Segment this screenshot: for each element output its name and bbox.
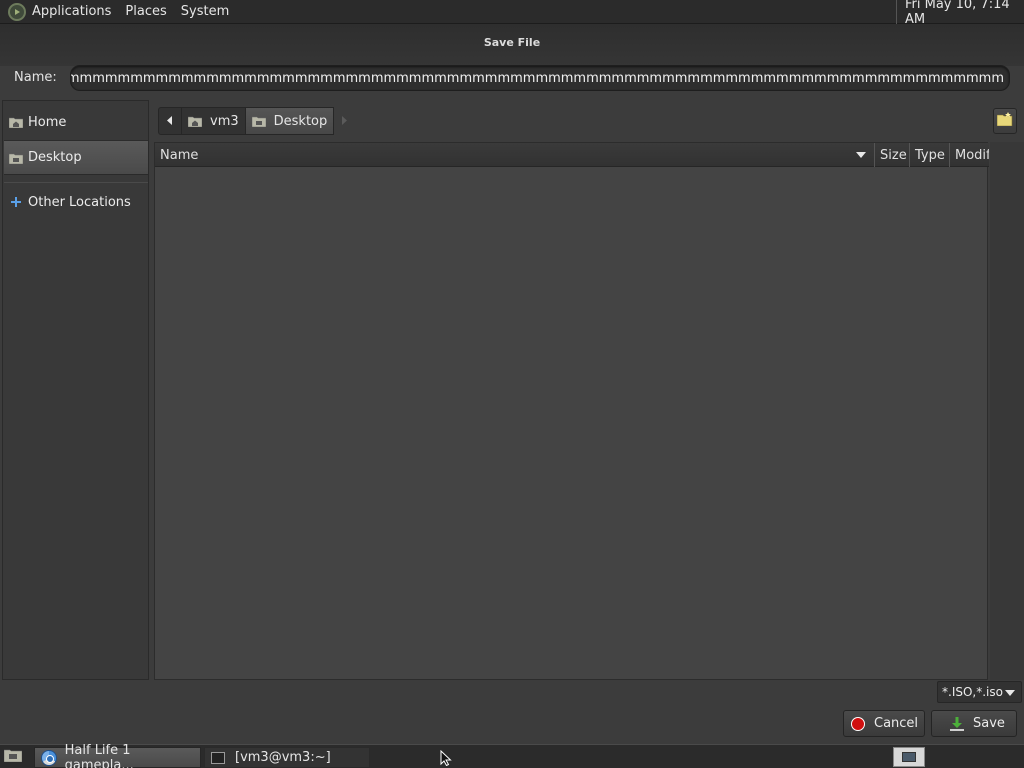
applications-menu[interactable]: Applications xyxy=(0,0,118,24)
desktop-icon xyxy=(3,748,23,766)
workspace-switcher[interactable] xyxy=(893,747,925,767)
save-file-dialog: Save File Name: nmmmmmmmmmmmmmmmmmmmmmmm… xyxy=(0,24,1024,744)
workspace-icon xyxy=(902,752,916,762)
path-forward-button[interactable] xyxy=(334,107,354,135)
plus-icon xyxy=(8,195,24,209)
mouse-cursor-icon xyxy=(440,750,452,766)
save-button[interactable]: Save xyxy=(931,710,1017,737)
sidebar-item-label: Other Locations xyxy=(28,194,131,210)
file-list[interactable]: Name Size Type Modified xyxy=(154,142,989,680)
filename-input[interactable]: nmmmmmmmmmmmmmmmmmmmmmmmmmmmmmmmmmmmmmmm… xyxy=(70,65,1010,91)
file-list-scroll-gutter xyxy=(990,142,1024,680)
distro-logo-icon xyxy=(8,2,26,21)
file-type-filter[interactable]: *.ISO,*.iso xyxy=(937,681,1022,703)
dialog-title: Save File xyxy=(483,36,541,49)
top-panel: Applications Places System Fri May 10, 7… xyxy=(0,0,1024,27)
filename-input-value: nmmmmmmmmmmmmmmmmmmmmmmmmmmmmmmmmmmmmmmm… xyxy=(71,70,1004,86)
home-folder-icon xyxy=(188,114,204,128)
column-header-label: Name xyxy=(160,147,199,163)
show-desktop-button[interactable] xyxy=(2,748,24,766)
cancel-button[interactable]: Cancel xyxy=(843,710,925,737)
system-menu[interactable]: System xyxy=(174,0,236,24)
taskbar: Half Life 1 gamepla... [vm3@vm3:~] xyxy=(0,743,1024,768)
sidebar-item-other-locations[interactable]: Other Locations xyxy=(4,185,148,219)
sidebar-item-label: Home xyxy=(28,114,67,130)
places-menu[interactable]: Places xyxy=(118,0,173,24)
column-header-modified[interactable]: Modified xyxy=(950,143,989,167)
sidebar-divider xyxy=(4,182,148,183)
chevron-left-icon xyxy=(167,114,173,129)
cancel-button-label: Cancel xyxy=(874,716,919,731)
name-label: Name: xyxy=(14,70,57,85)
places-menu-label: Places xyxy=(125,4,167,19)
column-header-size[interactable]: Size xyxy=(875,143,910,167)
sort-descending-icon xyxy=(856,152,866,158)
desktop-folder-icon xyxy=(8,151,24,165)
file-type-filter-value: *.ISO,*.iso xyxy=(942,685,1003,699)
column-header-label: Size xyxy=(880,147,907,163)
clock[interactable]: Fri May 10, 7:14 AM xyxy=(896,0,1024,27)
terminal-icon xyxy=(211,751,225,764)
cancel-icon xyxy=(851,716,865,731)
sidebar-item-label: Desktop xyxy=(28,150,82,165)
taskbar-item-terminal[interactable]: [vm3@vm3:~] xyxy=(204,747,370,768)
home-folder-icon xyxy=(8,115,24,129)
taskbar-item-browser[interactable]: Half Life 1 gamepla... xyxy=(34,743,201,768)
save-button-label: Save xyxy=(973,716,1005,731)
chrome-icon xyxy=(41,749,57,766)
desktop-folder-icon xyxy=(251,114,268,128)
column-header-label: Type xyxy=(915,147,945,163)
path-crumb-desktop[interactable]: Desktop xyxy=(245,107,335,135)
taskbar-item-label: Half Life 1 gamepla... xyxy=(64,742,134,768)
path-back-button[interactable] xyxy=(158,107,182,135)
places-sidebar: Home Desktop Other Locations xyxy=(2,100,149,680)
create-folder-button[interactable] xyxy=(993,108,1017,134)
applications-menu-label: Applications xyxy=(32,4,112,19)
dropdown-arrow-icon xyxy=(1005,690,1015,696)
sidebar-item-home[interactable]: Home xyxy=(4,105,148,139)
sidebar-item-desktop[interactable]: Desktop xyxy=(4,141,148,175)
system-menu-label: System xyxy=(180,4,230,19)
chevron-right-icon xyxy=(341,114,348,129)
file-list-header: Name Size Type Modified xyxy=(155,143,989,167)
path-crumb-label: vm3 xyxy=(210,113,239,129)
taskbar-item-label: [vm3@vm3:~] xyxy=(235,750,331,765)
save-download-icon xyxy=(949,716,965,732)
path-bar: vm3 Desktop xyxy=(158,106,988,136)
column-header-type[interactable]: Type xyxy=(910,143,950,167)
column-header-name[interactable]: Name xyxy=(155,143,875,167)
path-crumb-label: Desktop xyxy=(273,113,328,129)
path-crumb-vm3[interactable]: vm3 xyxy=(182,107,246,135)
new-folder-icon xyxy=(996,112,1013,130)
column-header-label: Modified xyxy=(955,147,989,163)
